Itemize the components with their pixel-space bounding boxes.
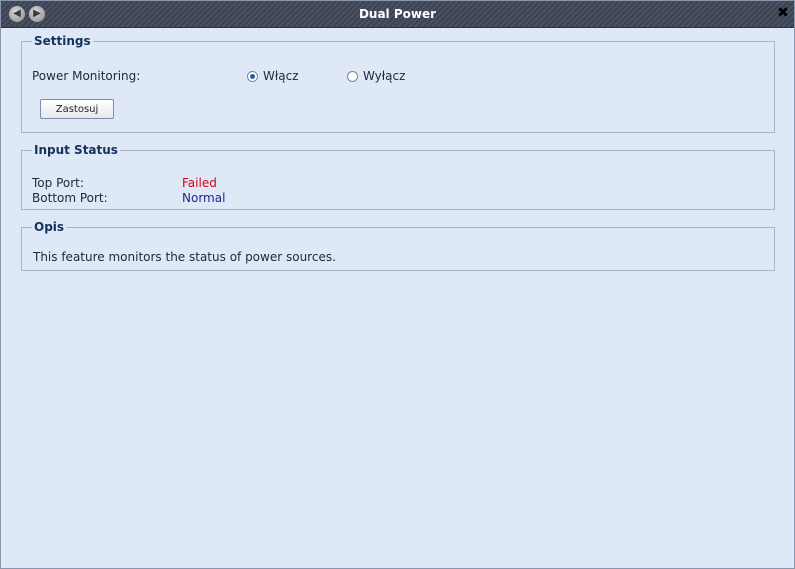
radio-disable[interactable]: Wyłącz	[347, 69, 405, 83]
settings-legend: Settings	[34, 34, 91, 48]
description-text: This feature monitors the status of powe…	[33, 250, 336, 264]
title-bar: ◀ ▶ Dual Power ✖	[1, 1, 794, 28]
settings-group: Settings Power Monitoring: Włącz Wyłącz …	[21, 34, 775, 133]
bottom-port-status: Normal	[182, 191, 226, 205]
bottom-port-label: Bottom Port:	[32, 191, 108, 205]
top-port-label: Top Port:	[32, 176, 84, 190]
description-legend: Opis	[34, 220, 65, 234]
radio-disable-label: Wyłącz	[363, 69, 406, 83]
input-status-group: Input Status Top Port: Failed Bottom Por…	[21, 143, 775, 210]
radio-disable-dot[interactable]	[347, 70, 358, 82]
top-port-status: Failed	[182, 176, 217, 190]
description-group: Opis This feature monitors the status of…	[21, 220, 775, 271]
input-status-legend: Input Status	[34, 143, 118, 157]
power-monitoring-label: Power Monitoring:	[32, 69, 141, 83]
window-title: Dual Power	[358, 7, 437, 21]
radio-enable[interactable]: Włącz	[247, 69, 299, 83]
dual-power-window: ◀ ▶ Dual Power ✖ Settings Power Monitori…	[0, 0, 795, 569]
apply-button[interactable]: Zastosuj	[40, 99, 114, 119]
close-icon[interactable]: ✖	[775, 5, 791, 21]
radio-enable-dot[interactable]	[247, 70, 258, 82]
radio-enable-label: Włącz	[263, 69, 299, 83]
